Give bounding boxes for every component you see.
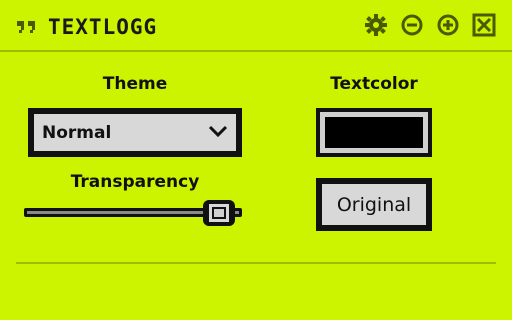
footer-divider	[16, 262, 496, 264]
slider-knob-center	[211, 207, 226, 219]
theme-select[interactable]: Normal	[28, 108, 242, 157]
minus-circle-icon[interactable]	[400, 13, 424, 37]
textcolor-swatch[interactable]	[316, 108, 432, 157]
gear-icon[interactable]	[364, 13, 388, 37]
textcolor-swatch-fill	[325, 117, 423, 148]
transparency-label: Transparency	[70, 172, 200, 192]
theme-select-value: Normal	[42, 122, 112, 143]
title-bar[interactable]: TEXTLOGG	[0, 0, 512, 50]
title-divider	[0, 50, 512, 52]
textcolor-swatch-frame	[320, 112, 428, 153]
textlogg-window: TEXTLOGG Theme Normal Textcolor Transpar…	[0, 0, 512, 320]
transparency-slider-thumb[interactable]	[202, 200, 235, 226]
theme-select-box[interactable]: Normal	[32, 112, 238, 153]
window-title: TEXTLOGG	[16, 15, 157, 39]
close-box-icon[interactable]	[472, 13, 496, 37]
slider-knob	[208, 204, 229, 222]
app-title: TEXTLOGG	[48, 15, 158, 39]
textcolor-label: Textcolor	[330, 74, 418, 94]
quote-icon	[16, 18, 42, 36]
original-button[interactable]: Original	[316, 178, 432, 231]
original-button-face: Original	[320, 182, 428, 227]
chevron-down-icon	[208, 123, 228, 142]
plus-circle-icon[interactable]	[436, 13, 460, 37]
original-button-label: Original	[336, 193, 412, 216]
title-controls	[364, 13, 496, 37]
theme-label: Theme	[102, 74, 168, 94]
